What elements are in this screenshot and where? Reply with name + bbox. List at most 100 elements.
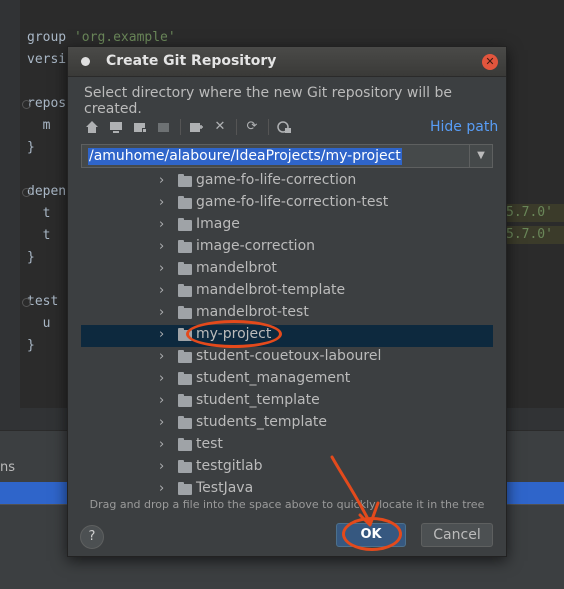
tree-row-label: student_management bbox=[196, 370, 351, 386]
tree-row-label: student-couetoux-labourel bbox=[196, 348, 382, 364]
code-line: u bbox=[27, 316, 51, 331]
code-text: group bbox=[27, 30, 74, 45]
fold-icon[interactable] bbox=[22, 100, 31, 109]
code-text: t bbox=[27, 206, 51, 221]
dialog-title: Create Git Repository bbox=[106, 53, 277, 69]
tree-row-label: student_template bbox=[196, 392, 320, 408]
code-line: depen bbox=[27, 184, 66, 199]
new-folder-plus-icon[interactable] bbox=[186, 117, 206, 137]
chevron-right-icon[interactable]: › bbox=[159, 459, 169, 474]
editor-gutter bbox=[0, 0, 20, 408]
folder-icon bbox=[178, 394, 192, 407]
chevron-right-icon[interactable]: › bbox=[159, 437, 169, 452]
tree-row[interactable]: › student_template bbox=[81, 391, 493, 413]
code-line: test bbox=[27, 294, 58, 309]
tree-row[interactable]: › TestJava bbox=[81, 479, 493, 497]
cancel-button[interactable]: Cancel bbox=[421, 523, 493, 547]
code-string: 'org.example' bbox=[73, 30, 176, 45]
new-folder-icon[interactable] bbox=[130, 117, 150, 137]
toolbar-separator bbox=[268, 119, 269, 135]
folder-icon bbox=[178, 196, 192, 209]
folder-icon[interactable] bbox=[154, 117, 174, 137]
tree-row[interactable]: › game-fo-life-correction bbox=[81, 171, 493, 193]
show-hidden-icon[interactable] bbox=[274, 117, 294, 137]
chevron-right-icon[interactable]: › bbox=[159, 349, 169, 364]
tree-row[interactable]: › testgitlab bbox=[81, 457, 493, 479]
tree-row[interactable]: › mandelbrot-test bbox=[81, 303, 493, 325]
refresh-icon[interactable]: ⟳ bbox=[242, 117, 262, 137]
code-line: t bbox=[27, 206, 51, 221]
folder-icon bbox=[178, 240, 192, 253]
path-input-value: /amuhome/alaboure/IdeaProjects/my-projec… bbox=[88, 148, 402, 165]
chevron-right-icon[interactable]: › bbox=[159, 327, 169, 342]
code-line: } bbox=[27, 338, 35, 353]
chevron-right-icon[interactable]: › bbox=[159, 481, 169, 496]
folder-icon bbox=[178, 438, 192, 451]
tree-row[interactable]: › student_management bbox=[81, 369, 493, 391]
chevron-right-icon[interactable]: › bbox=[159, 217, 169, 232]
tree-row[interactable]: › my-project bbox=[81, 325, 493, 347]
desktop-icon[interactable] bbox=[106, 117, 126, 137]
folder-icon bbox=[178, 218, 192, 231]
dialog-titlebar: Create Git Repository ✕ bbox=[68, 47, 506, 77]
tree-row[interactable]: › students_template bbox=[81, 413, 493, 435]
home-icon[interactable] bbox=[82, 117, 102, 137]
toolbar-separator bbox=[180, 119, 181, 135]
chevron-right-icon[interactable]: › bbox=[159, 239, 169, 254]
chevron-down-icon[interactable]: ▼ bbox=[469, 145, 492, 167]
code-text: } bbox=[27, 250, 35, 265]
folder-icon bbox=[178, 174, 192, 187]
code-line: versi bbox=[27, 52, 66, 67]
code-line: } bbox=[27, 250, 35, 265]
folder-icon bbox=[178, 372, 192, 385]
hide-path-link[interactable]: Hide path bbox=[430, 119, 498, 135]
chevron-right-icon[interactable]: › bbox=[159, 261, 169, 276]
chevron-right-icon[interactable]: › bbox=[159, 371, 169, 386]
code-line: } bbox=[27, 140, 35, 155]
fold-icon[interactable] bbox=[22, 298, 31, 307]
path-input[interactable]: /amuhome/alaboure/IdeaProjects/my-projec… bbox=[81, 144, 493, 168]
folder-icon bbox=[178, 416, 192, 429]
code-line: t bbox=[27, 228, 51, 243]
code-string-fragment: 5.7.0' bbox=[502, 226, 564, 244]
tree-row[interactable]: › game-fo-life-correction-test bbox=[81, 193, 493, 215]
tree-row[interactable]: › image-correction bbox=[81, 237, 493, 259]
tree-row-label: Image bbox=[196, 216, 240, 232]
annotation-circle-my-project bbox=[186, 320, 282, 348]
chevron-right-icon[interactable]: › bbox=[159, 393, 169, 408]
dialog-description: Select directory where the new Git repos… bbox=[84, 85, 452, 117]
tree-row-label: game-fo-life-correction bbox=[196, 172, 357, 188]
code-line: m bbox=[27, 118, 51, 133]
chevron-right-icon[interactable]: › bbox=[159, 415, 169, 430]
code-text: repos bbox=[27, 96, 67, 111]
folder-icon bbox=[178, 306, 192, 319]
chevron-right-icon[interactable]: › bbox=[159, 173, 169, 188]
chevron-right-icon[interactable]: › bbox=[159, 195, 169, 210]
tree-row[interactable]: › student-couetoux-labourel bbox=[81, 347, 493, 369]
code-text: versi bbox=[27, 52, 67, 67]
code-line: group 'org.example' bbox=[27, 30, 176, 45]
directory-tree[interactable]: › game-fo-life-correction › game-fo-life-co… bbox=[81, 171, 493, 497]
tree-row-label: mandelbrot-template bbox=[196, 282, 346, 298]
code-text: m bbox=[27, 118, 51, 133]
tree-row[interactable]: › Image bbox=[81, 215, 493, 237]
bottom-panel-text: ns bbox=[0, 460, 16, 475]
code-text: t bbox=[27, 228, 51, 243]
close-icon[interactable]: ✕ bbox=[482, 54, 498, 70]
fold-icon[interactable] bbox=[22, 188, 31, 197]
tree-row[interactable]: › mandelbrot-template bbox=[81, 281, 493, 303]
folder-icon bbox=[178, 284, 192, 297]
tree-row[interactable]: › test bbox=[81, 435, 493, 457]
tree-row-label: students_template bbox=[196, 414, 328, 430]
window-menu-icon[interactable] bbox=[81, 57, 90, 66]
tree-row[interactable]: › mandelbrot bbox=[81, 259, 493, 281]
tree-row-label: mandelbrot bbox=[196, 260, 277, 276]
delete-icon[interactable]: ✕ bbox=[210, 117, 230, 137]
help-button[interactable]: ? bbox=[80, 525, 104, 549]
folder-icon bbox=[178, 482, 192, 495]
chevron-right-icon[interactable]: › bbox=[159, 283, 169, 298]
tree-row-label: testgitlab bbox=[196, 458, 263, 474]
code-text: depen bbox=[27, 184, 67, 199]
chevron-right-icon[interactable]: › bbox=[159, 305, 169, 320]
drag-drop-hint: Drag and drop a file into the space abov… bbox=[89, 498, 485, 511]
